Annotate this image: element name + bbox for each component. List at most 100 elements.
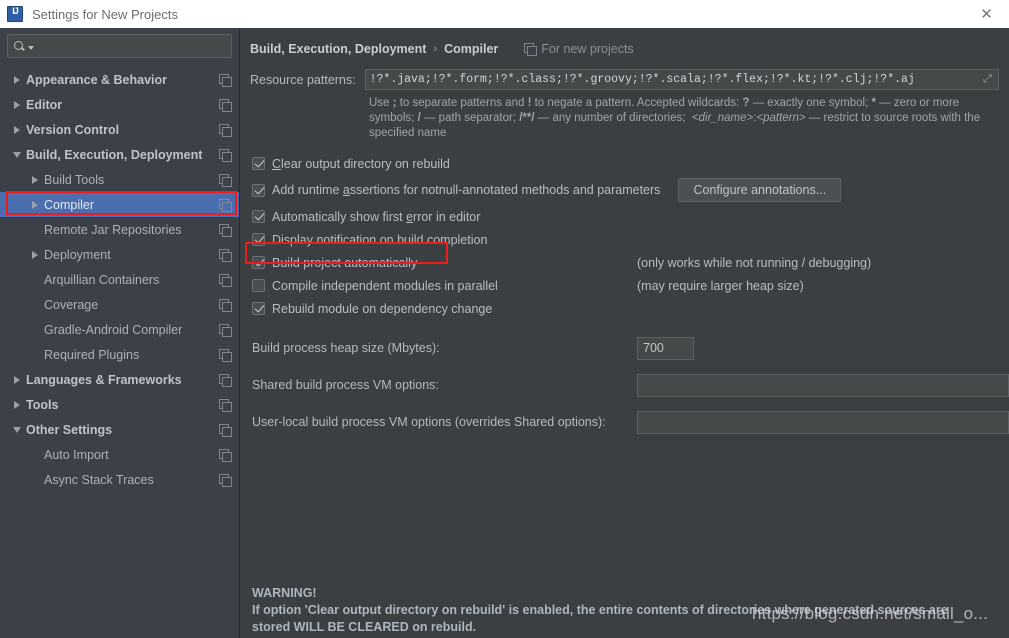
sidebar-item-build-tools[interactable]: Build Tools: [0, 167, 239, 192]
sidebar-item-label: Async Stack Traces: [44, 472, 154, 487]
field-row-build-process-heap-size: Build process heap size (Mbytes):: [252, 336, 1009, 360]
field-input-user-local-build-process[interactable]: [637, 410, 1009, 434]
chevron-right-icon[interactable]: [8, 400, 26, 409]
copy-icon[interactable]: [219, 473, 232, 487]
field-input-build-process-heap-size[interactable]: [637, 336, 694, 360]
checkbox-label-rebuild-module-on-dependency[interactable]: Rebuild module on dependency change: [272, 302, 492, 316]
copy-icon[interactable]: [219, 173, 232, 187]
sidebar-item-label: Editor: [26, 97, 63, 112]
checkbox-label-add-runtime-assertions-for[interactable]: Add runtime assertions for notnull-annot…: [272, 183, 660, 197]
checkbox-label-clear-output-directory-on[interactable]: Clear output directory on rebuild: [272, 157, 450, 171]
checkbox-row-display-notification-on-build: Display notification on build completion: [252, 228, 1009, 251]
sidebar-item-label: Appearance & Behavior: [26, 72, 168, 87]
warning-heading: WARNING!: [252, 586, 317, 600]
copy-icon[interactable]: [219, 223, 232, 237]
window-title: Settings for New Projects: [32, 6, 178, 22]
copy-icon[interactable]: [219, 248, 232, 262]
copy-icon[interactable]: [219, 198, 232, 212]
resource-patterns-row: Resource patterns: !?*.java;!?*.form;!?*…: [241, 56, 1009, 90]
sidebar-item-label: Deployment: [44, 247, 111, 262]
compiler-settings-panel: Build, Execution, Deployment › Compiler …: [241, 28, 1009, 638]
chevron-right-icon[interactable]: [8, 125, 26, 134]
checkbox-automatically-show-first-error[interactable]: [252, 210, 265, 223]
expand-icon[interactable]: ⤢: [983, 73, 995, 85]
copy-icon[interactable]: [219, 348, 232, 362]
chevron-right-icon[interactable]: [26, 250, 44, 259]
sidebar-item-version-control[interactable]: Version Control: [0, 117, 239, 142]
copy-icon[interactable]: [219, 398, 232, 412]
build-process-fields: Build process heap size (Mbytes): Shared …: [241, 336, 1009, 434]
checkbox-row-automatically-show-first-error: Automatically show first error in editor: [252, 205, 1009, 228]
sidebar-item-async-stack-traces[interactable]: Async Stack Traces: [0, 467, 239, 492]
copy-icon[interactable]: [219, 323, 232, 337]
field-input-shared-build-process-vm[interactable]: [637, 373, 1009, 397]
sidebar-item-label: Arquillian Containers: [44, 272, 160, 287]
chevron-down-icon[interactable]: [8, 426, 26, 433]
scope-indicator[interactable]: For new projects: [524, 42, 634, 56]
sidebar-item-other-settings[interactable]: Other Settings: [0, 417, 239, 442]
sidebar-item-label: Auto Import: [44, 447, 109, 462]
resource-patterns-value: !?*.java;!?*.form;!?*.class;!?*.groovy;!…: [369, 73, 915, 86]
chevron-right-icon[interactable]: [8, 75, 26, 84]
sidebar-item-arquillian-containers[interactable]: Arquillian Containers: [0, 267, 239, 292]
settings-tree: Appearance & Behavior Editor Version Contr…: [0, 67, 239, 492]
sidebar-item-required-plugins[interactable]: Required Plugins: [0, 342, 239, 367]
chevron-down-icon[interactable]: [8, 151, 26, 158]
warning-line-1: If option 'Clear output directory on reb…: [252, 603, 948, 617]
checkbox-label-automatically-show-first-error[interactable]: Automatically show first error in editor: [272, 210, 480, 224]
chevron-right-icon[interactable]: [8, 100, 26, 109]
checkbox-label-build-project-automatically[interactable]: Build project automatically: [272, 256, 417, 270]
checkbox-build-project-automatically[interactable]: [252, 256, 265, 269]
checkbox-row-build-project-automatically: Build project automatically (only works w…: [252, 251, 1009, 274]
copy-icon[interactable]: [219, 123, 232, 137]
sidebar-item-coverage[interactable]: Coverage: [0, 292, 239, 317]
copy-icon[interactable]: [219, 373, 232, 387]
checkbox-label-compile-independent-modules-in[interactable]: Compile independent modules in parallel: [272, 279, 498, 293]
copy-icon[interactable]: [219, 98, 232, 112]
checkbox-rebuild-module-on-dependency[interactable]: [252, 302, 265, 315]
checkbox-display-notification-on-build[interactable]: [252, 233, 265, 246]
sidebar-item-tools[interactable]: Tools: [0, 392, 239, 417]
sidebar-item-compiler[interactable]: Compiler: [0, 192, 239, 217]
copy-icon: [524, 43, 538, 56]
sidebar-item-label: Coverage: [44, 297, 99, 312]
sidebar-item-auto-import[interactable]: Auto Import: [0, 442, 239, 467]
compiler-options-list: Clear output directory on rebuild Add run…: [241, 152, 1009, 320]
sidebar-item-build-execution-deployment[interactable]: Build, Execution, Deployment: [0, 142, 239, 167]
breadcrumb-root[interactable]: Build, Execution, Deployment: [250, 42, 426, 56]
copy-icon[interactable]: [219, 148, 232, 162]
sidebar-item-label: Remote Jar Repositories: [44, 222, 182, 237]
search-input[interactable]: [34, 39, 231, 53]
chevron-right-icon[interactable]: [26, 175, 44, 184]
chevron-right-icon[interactable]: [8, 375, 26, 384]
resource-patterns-field[interactable]: !?*.java;!?*.form;!?*.class;!?*.groovy;!…: [364, 69, 999, 90]
search-box[interactable]: [7, 34, 232, 58]
sidebar-item-deployment[interactable]: Deployment: [0, 242, 239, 267]
sidebar-item-label: Languages & Frameworks: [26, 372, 182, 387]
sidebar-item-languages-frameworks[interactable]: Languages & Frameworks: [0, 367, 239, 392]
configure-annotations-button[interactable]: Configure annotations...: [678, 178, 842, 202]
sidebar-item-appearance-behavior[interactable]: Appearance & Behavior: [0, 67, 239, 92]
chevron-right-icon: [32, 175, 38, 184]
field-row-shared-build-process-vm: Shared build process VM options:: [252, 373, 1009, 397]
checkbox-label-display-notification-on-build[interactable]: Display notification on build completion: [272, 233, 487, 247]
field-label-user-local-build-process: User-local build process VM options (ove…: [252, 415, 606, 429]
chevron-right-icon[interactable]: [26, 200, 44, 209]
copy-icon[interactable]: [219, 298, 232, 312]
scope-label: For new projects: [541, 42, 634, 56]
settings-sidebar: Appearance & Behavior Editor Version Contr…: [0, 28, 240, 638]
checkbox-compile-independent-modules-in[interactable]: [252, 279, 265, 292]
breadcrumb-leaf: Compiler: [444, 42, 499, 56]
copy-icon[interactable]: [219, 423, 232, 437]
checkbox-add-runtime-assertions-for[interactable]: [252, 183, 265, 197]
sidebar-item-editor[interactable]: Editor: [0, 92, 239, 117]
copy-icon[interactable]: [219, 448, 232, 462]
sidebar-item-gradle-android-compiler[interactable]: Gradle-Android Compiler: [0, 317, 239, 342]
copy-icon[interactable]: [219, 73, 232, 87]
settings-dialog: Settings for New Projects ✕ Appearance &…: [0, 0, 1009, 638]
chevron-right-icon: [14, 75, 20, 84]
close-icon[interactable]: ✕: [964, 0, 1009, 28]
checkbox-clear-output-directory-on[interactable]: [252, 157, 265, 170]
copy-icon[interactable]: [219, 273, 232, 287]
sidebar-item-remote-jar-repositories[interactable]: Remote Jar Repositories: [0, 217, 239, 242]
